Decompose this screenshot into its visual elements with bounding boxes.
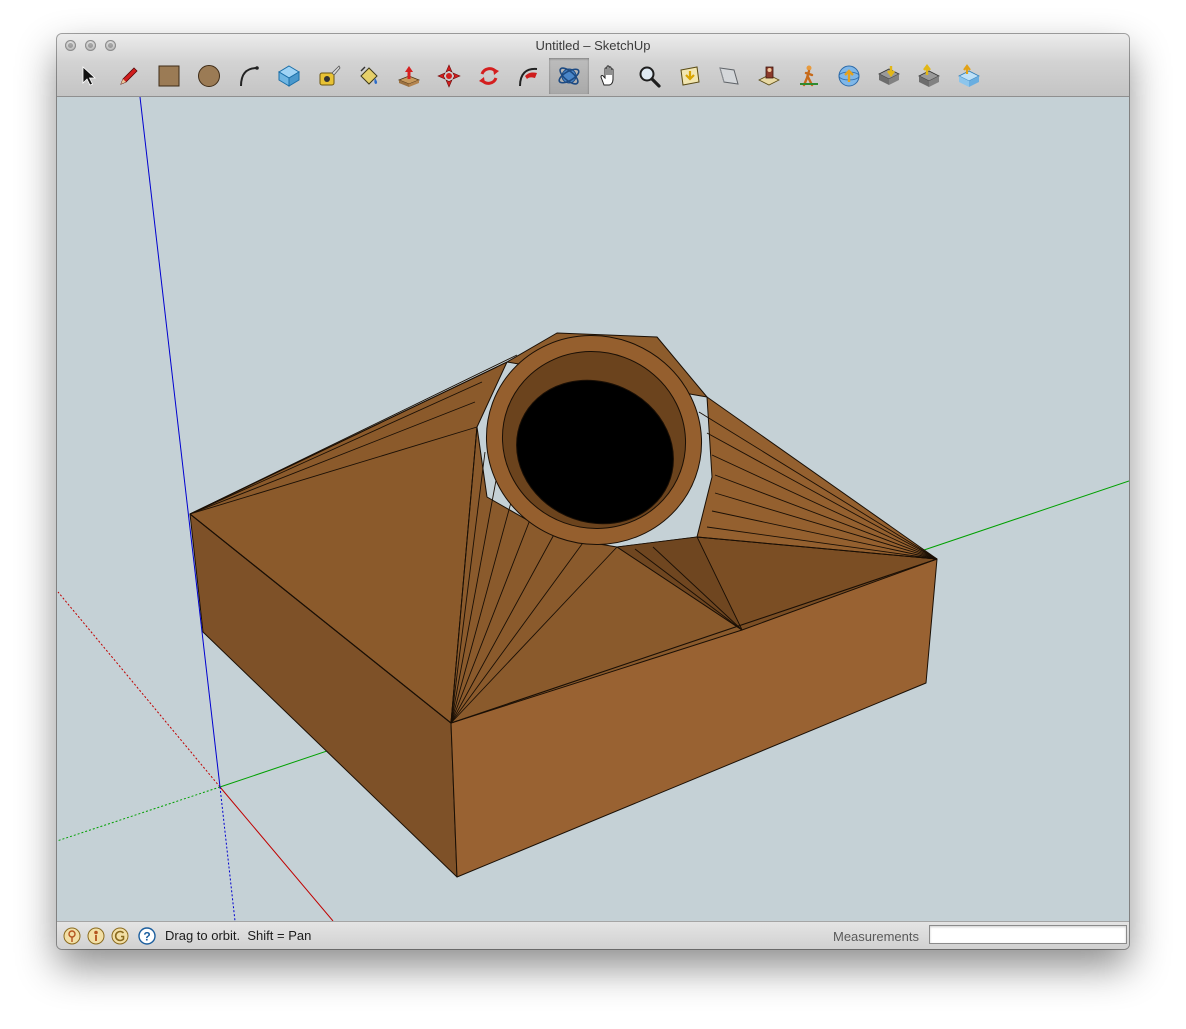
previous-view-icon [719, 67, 739, 85]
rotate-icon [479, 67, 499, 85]
move-tool-button[interactable] [429, 58, 469, 94]
share-model-icon [838, 65, 860, 87]
walk-tool-button[interactable] [789, 58, 829, 94]
push-pull-tool-button[interactable] [389, 58, 429, 94]
model-box[interactable] [189, 305, 938, 878]
tape-measure-tool-button[interactable] [309, 58, 349, 94]
geo-location-icon[interactable] [63, 927, 81, 945]
red-axis-positive [219, 786, 334, 922]
3d-scene [57, 96, 1129, 922]
make-component-icon [278, 65, 300, 87]
rectangle-icon [158, 65, 180, 87]
walk-icon [800, 65, 818, 87]
measurements-input[interactable] [929, 925, 1127, 944]
green-axis-negative [57, 786, 221, 842]
circle-icon [198, 65, 220, 87]
window-title: Untitled – SketchUp [535, 38, 651, 53]
share-model-tool-button[interactable] [829, 58, 869, 94]
circle-tool-button[interactable] [189, 58, 229, 94]
blue-axis-negative [219, 786, 236, 922]
share-component-icon [918, 64, 940, 87]
zoom-magnifier-icon [639, 66, 661, 88]
make-component-tool-button[interactable] [269, 58, 309, 94]
pencil-tool-button[interactable] [109, 58, 149, 94]
status-hint: Drag to orbit. Shift = Pan [165, 928, 312, 943]
funnel-right-face [696, 396, 938, 560]
credits-icon[interactable] [87, 927, 105, 945]
help-icon[interactable]: ? [138, 927, 156, 945]
share-component-tool-button[interactable] [909, 58, 949, 94]
paint-bucket-tool-button[interactable] [349, 58, 389, 94]
arc-icon [240, 66, 259, 87]
previous-view-tool-button[interactable] [709, 58, 749, 94]
svg-text:?: ? [143, 930, 150, 944]
move-icon [437, 64, 461, 88]
measurements-label: Measurements [833, 929, 919, 944]
red-axis-negative [57, 591, 221, 788]
title-and-toolbar: Untitled – SketchUp [57, 34, 1129, 97]
rectangle-tool-button[interactable] [149, 58, 189, 94]
extension-warehouse-icon [958, 64, 980, 87]
select-tool-button[interactable] [69, 58, 109, 94]
position-camera-tool-button[interactable] [749, 58, 789, 94]
pencil-icon [120, 67, 138, 85]
extension-warehouse-tool-button[interactable] [949, 58, 989, 94]
large-tool-set [69, 58, 989, 94]
pan-tool-button[interactable] [589, 58, 629, 94]
zoom-tool-button[interactable] [629, 58, 669, 94]
orbit-icon [558, 67, 580, 85]
get-models-tool-button[interactable] [869, 58, 909, 94]
select-arrow-icon [82, 66, 97, 86]
get-models-icon [878, 66, 900, 85]
orbit-tool-button[interactable] [549, 58, 589, 94]
sketchup-window: Untitled – SketchUp ? Drag to orbit. Shi… [57, 34, 1129, 949]
arc-tool-button[interactable] [229, 58, 269, 94]
status-bar: ? Drag to orbit. Shift = Pan Measurement… [57, 921, 1129, 949]
follow-me-icon [519, 67, 538, 87]
modeling-viewport[interactable] [57, 96, 1129, 922]
zoom-extents-icon [680, 66, 700, 86]
blue-axis-positive [139, 96, 221, 788]
paint-bucket-icon [360, 66, 378, 85]
follow-me-tool-button[interactable] [509, 58, 549, 94]
rotate-tool-button[interactable] [469, 58, 509, 94]
zoom-extents-tool-button[interactable] [669, 58, 709, 94]
pan-hand-icon [600, 65, 614, 86]
push-pull-icon [397, 66, 421, 87]
position-camera-icon [758, 66, 780, 86]
sign-in-icon[interactable] [111, 927, 129, 945]
tape-measure-icon [319, 65, 341, 86]
